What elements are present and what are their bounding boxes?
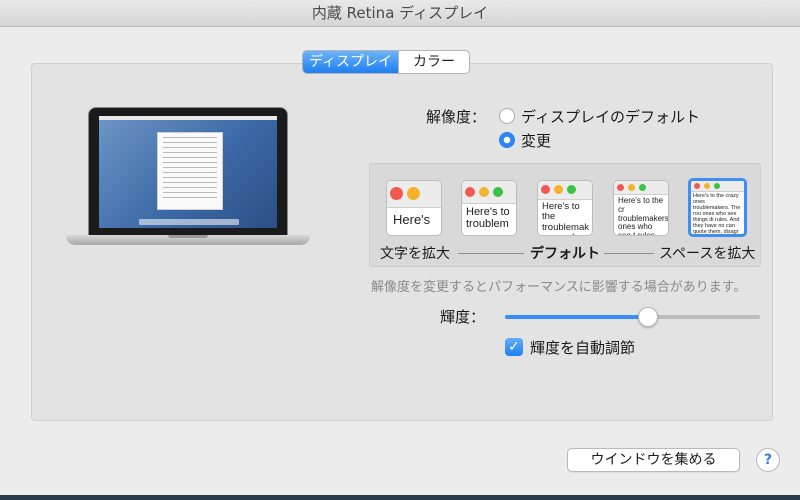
auto-brightness-label[interactable]: 輝度を自動調節 xyxy=(530,337,635,358)
minimize-dot-icon xyxy=(554,185,564,195)
laptop-lid xyxy=(88,107,288,237)
tab-color[interactable]: カラー xyxy=(398,51,469,73)
minimize-dot-icon xyxy=(407,187,421,201)
minimize-dot-icon xyxy=(628,183,636,191)
display-preferences-window: 内蔵 Retina ディスプレイ ディスプレイ カラー 解像度： ディスプレイの… xyxy=(0,0,800,500)
radio-scaled-resolution[interactable] xyxy=(499,132,515,148)
laptop-illustration xyxy=(66,107,310,255)
scale-line-right xyxy=(604,253,654,254)
tab-bar: ディスプレイ カラー xyxy=(302,50,470,74)
close-dot-icon xyxy=(541,185,551,195)
screen-document xyxy=(157,132,223,210)
help-button[interactable]: ? xyxy=(756,448,780,472)
tab-display[interactable]: ディスプレイ xyxy=(303,51,398,73)
window-title: 内蔵 Retina ディスプレイ xyxy=(0,0,800,27)
zoom-dot-icon xyxy=(493,186,504,197)
radio-default-resolution[interactable] xyxy=(499,108,515,124)
minimize-dot-icon xyxy=(479,186,490,197)
minimize-dot-icon xyxy=(704,182,711,189)
brightness-slider[interactable] xyxy=(505,307,760,327)
resolution-option-more-space[interactable]: Here's to the cr troublemakers. ones who… xyxy=(613,180,669,236)
close-dot-icon xyxy=(694,182,701,189)
close-dot-icon xyxy=(617,183,625,191)
thumb-sample-text: Here's to troublem xyxy=(466,205,510,230)
resolution-option-largest-text[interactable]: Here's xyxy=(386,180,442,236)
zoom-dot-icon xyxy=(639,183,647,191)
scale-line-left xyxy=(458,253,524,254)
thumb-sample-text: Here's to the troublemak ones who c xyxy=(542,200,589,235)
laptop-screen xyxy=(99,116,277,228)
laptop-notch xyxy=(168,235,208,238)
thumb-sample-text: Here's to the crazy ones troublemakers. … xyxy=(693,192,741,235)
close-dot-icon xyxy=(390,187,404,201)
resolution-option-larger-text[interactable]: Here's to troublem xyxy=(461,180,517,236)
performance-note: 解像度を変更するとパフォーマンスに影響する場合があります。 xyxy=(371,280,747,295)
brightness-slider-knob[interactable] xyxy=(637,307,658,327)
thumb-titlebar xyxy=(387,181,441,208)
close-dot-icon xyxy=(465,186,476,197)
radio-default-resolution-label[interactable]: ディスプレイのデフォルト xyxy=(521,106,700,127)
thumb-titlebar xyxy=(614,181,668,195)
brightness-slider-fill xyxy=(505,315,648,319)
zoom-dot-icon xyxy=(714,182,721,189)
screen-menubar xyxy=(99,116,277,120)
thumb-titlebar xyxy=(538,181,592,200)
thumb-sample-text: Here's xyxy=(393,211,431,227)
thumb-titlebar xyxy=(462,181,516,204)
thumb-titlebar xyxy=(691,181,744,192)
gather-windows-button[interactable]: ウインドウを集める xyxy=(567,448,740,472)
zoom-dot-icon xyxy=(567,185,577,195)
scale-label-larger-text: 文字を拡大 xyxy=(380,246,450,262)
auto-brightness-checkbox[interactable]: ✓ xyxy=(505,338,523,356)
scale-label-default: デフォルト xyxy=(530,246,600,262)
scale-label-more-space: スペースを拡大 xyxy=(659,246,756,262)
resolution-label: 解像度： xyxy=(426,108,487,126)
radio-scaled-resolution-label[interactable]: 変更 xyxy=(521,130,551,151)
screen-dock xyxy=(139,219,239,225)
thumb-sample-text: Here's to the cr troublemakers. ones who… xyxy=(618,195,669,236)
resolution-option-default[interactable]: Here's to the troublemak ones who c xyxy=(537,180,593,236)
brightness-label: 輝度： xyxy=(440,308,486,326)
resolution-option-most-space[interactable]: Here's to the crazy ones troublemakers. … xyxy=(688,178,747,237)
desktop-edge xyxy=(0,495,800,500)
